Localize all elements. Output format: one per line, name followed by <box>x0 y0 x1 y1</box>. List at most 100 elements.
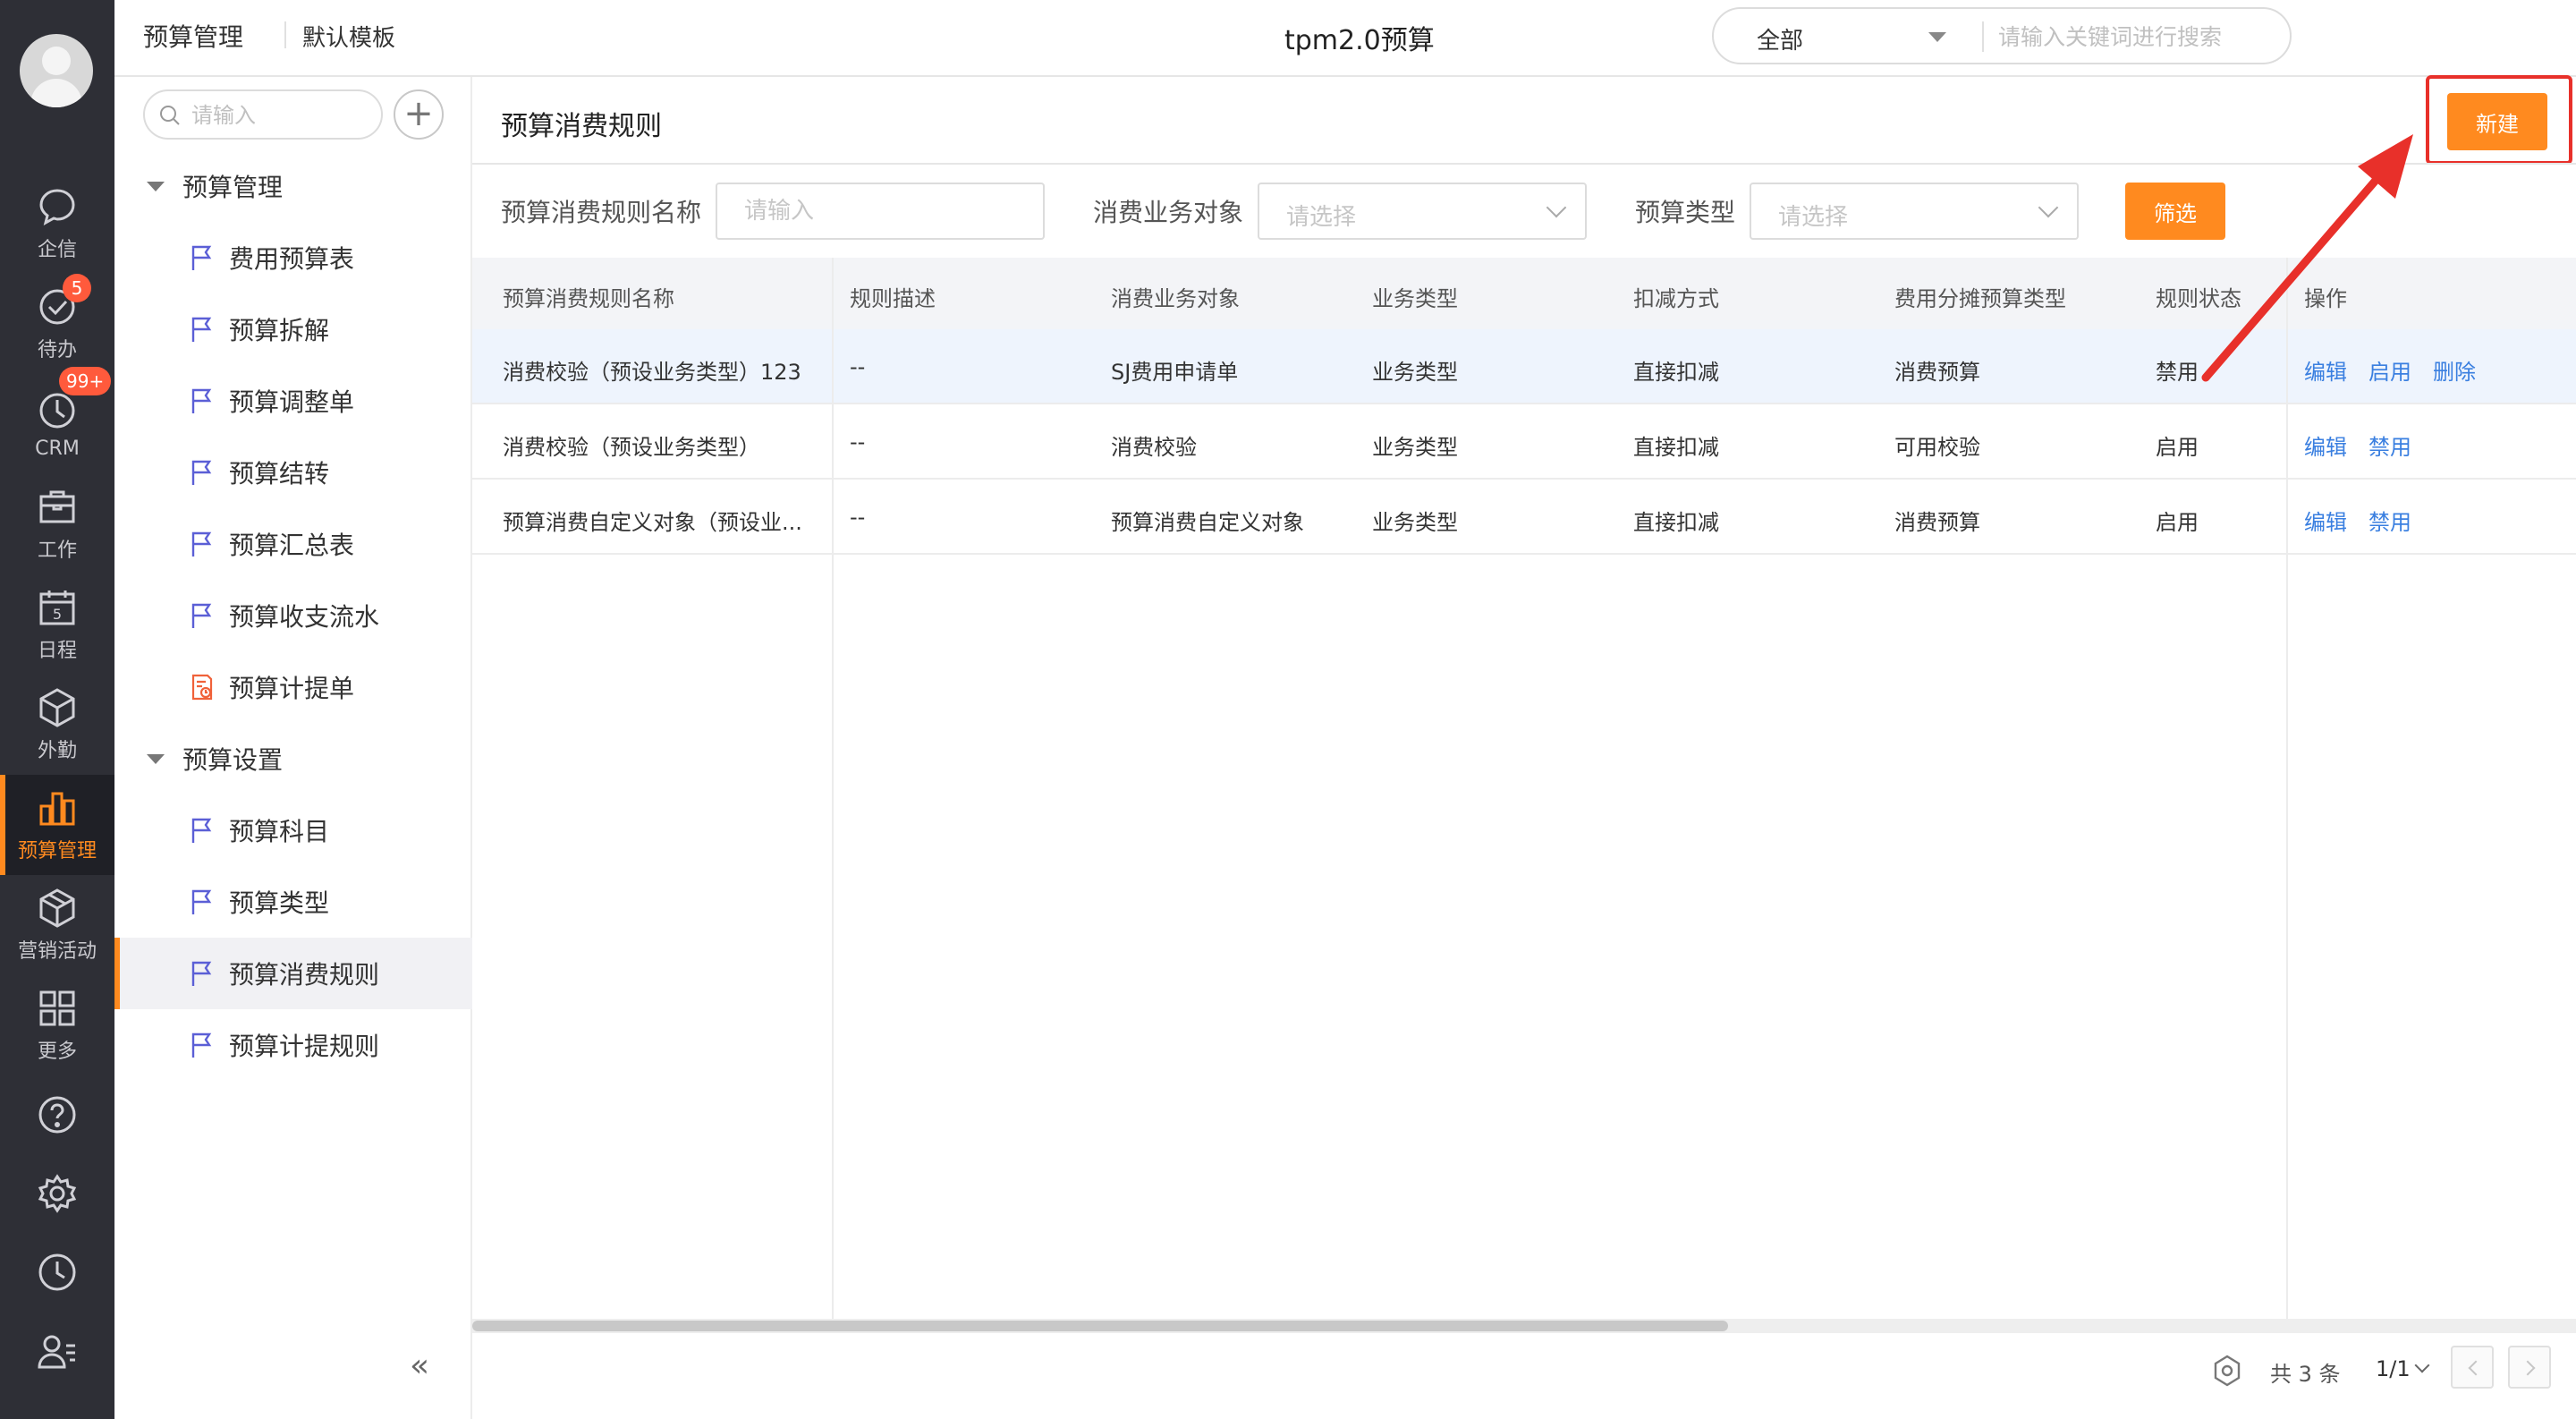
flag-icon <box>191 1032 212 1058</box>
chevron-down-icon <box>2038 197 2059 218</box>
edit-link[interactable]: 编辑 <box>2304 505 2347 536</box>
column-header[interactable]: 业务类型 <box>1372 281 1458 312</box>
table-cell: 业务类型 <box>1372 360 1458 385</box>
search-divider <box>1982 21 1984 52</box>
column-header[interactable]: 规则描述 <box>850 281 936 312</box>
filter-object-select[interactable]: 请选择 <box>1258 183 1587 240</box>
new-button[interactable]: 新建 <box>2447 93 2547 150</box>
app-name: 预算管理 <box>143 22 244 52</box>
group-budget-settings[interactable]: 预算设置 <box>114 723 472 794</box>
column-header[interactable]: 规则状态 <box>2156 281 2241 312</box>
disable-link[interactable]: 禁用 <box>2368 505 2411 536</box>
briefcase-icon <box>39 490 75 523</box>
flag-icon <box>191 961 212 986</box>
sidebar-item-label: 预算计提规则 <box>229 1032 380 1061</box>
filter-name-input[interactable] <box>716 183 1045 240</box>
sidebar-item-label: 预算消费规则 <box>229 960 380 990</box>
help-icon[interactable] <box>36 1093 79 1136</box>
table-cell: 消费预算 <box>1894 510 1980 535</box>
sidebar-item-budget-adjust[interactable]: 预算调整单 <box>114 365 472 437</box>
sidebar-item-budget-type[interactable]: 预算类型 <box>114 866 472 938</box>
add-button[interactable]: + <box>394 89 444 140</box>
next-page-button[interactable] <box>2508 1346 2551 1389</box>
column-header[interactable]: 消费业务对象 <box>1111 281 1240 312</box>
sidebar-item-consumption-rules[interactable]: 预算消费规则 <box>114 938 472 1009</box>
table-cell: 预算消费自定义对象（预设业... <box>503 510 802 535</box>
sidebar-item-budget-summary[interactable]: 预算汇总表 <box>114 508 472 580</box>
history-icon[interactable] <box>36 1251 79 1294</box>
table-cell: -- <box>850 505 866 530</box>
rail-item-more[interactable]: 更多 <box>0 975 114 1075</box>
table-row[interactable]: 预算消费自定义对象（预设业... -- 预算消费自定义对象 业务类型 直接扣减 … <box>472 480 2576 555</box>
column-header[interactable]: 预算消费规则名称 <box>503 281 674 312</box>
rail-label: CRM <box>35 437 80 460</box>
caret-down-icon[interactable] <box>1928 32 1946 42</box>
table-settings-icon[interactable] <box>2209 1353 2245 1389</box>
enable-link[interactable]: 启用 <box>2368 354 2411 386</box>
table-cell: SJ费用申请单 <box>1111 360 1239 385</box>
sidebar-item-budget-subject[interactable]: 预算科目 <box>114 794 472 866</box>
rail-item-work[interactable]: 工作 <box>0 474 114 574</box>
frozen-column-divider <box>832 258 834 1319</box>
rail-item-field[interactable]: 外勤 <box>0 675 114 775</box>
page-title-top: tpm2.0预算 <box>1284 25 1435 56</box>
sidebar-item-budget-carryover[interactable]: 预算结转 <box>114 437 472 508</box>
edit-link[interactable]: 编辑 <box>2304 429 2347 461</box>
title-divider <box>472 163 2576 165</box>
sidebar-item-accrual-rules[interactable]: 预算计提规则 <box>114 1009 472 1081</box>
rail-label: 工作 <box>37 540 77 562</box>
table-cell: 预算消费自定义对象 <box>1111 510 1304 535</box>
sidebar-item-budget-flow[interactable]: 预算收支流水 <box>114 580 472 651</box>
table-cell: 消费预算 <box>1894 360 1980 385</box>
column-header[interactable]: 费用分摊预算类型 <box>1894 281 2066 312</box>
pagination-page-select[interactable]: 1/1 <box>2376 1356 2411 1381</box>
chevron-down-icon <box>1546 197 1567 218</box>
table-cell: 启用 <box>2156 435 2199 460</box>
template-selector[interactable]: 默认模板 <box>302 20 395 53</box>
settings-icon[interactable] <box>36 1172 79 1215</box>
chevron-down-icon[interactable] <box>2414 1357 2430 1373</box>
edit-link[interactable]: 编辑 <box>2304 354 2347 386</box>
table-cell: 业务类型 <box>1372 435 1458 460</box>
rail-item-todo[interactable]: 待办 5 <box>0 274 114 374</box>
search-input[interactable] <box>1998 20 2267 54</box>
column-header: 操作 <box>2304 286 2347 311</box>
filter-type-select[interactable]: 请选择 <box>1750 183 2079 240</box>
rail-item-marketing[interactable]: 营销活动 <box>0 875 114 975</box>
flag-icon <box>191 388 212 413</box>
filter-button[interactable]: 筛选 <box>2125 183 2225 240</box>
avatar-head <box>42 47 71 75</box>
avatar-body <box>30 79 82 107</box>
prev-page-button[interactable] <box>2451 1346 2494 1389</box>
table-cell: 消费校验 <box>1111 435 1197 460</box>
rail-item-budget[interactable]: 预算管理 <box>0 775 114 875</box>
table-row[interactable]: 消费校验（预设业务类型）123 -- SJ费用申请单 业务类型 直接扣减 消费预… <box>472 329 2576 404</box>
flag-icon <box>191 317 212 342</box>
horizontal-scrollbar[interactable] <box>472 1319 2576 1333</box>
flag-icon <box>191 818 212 843</box>
scrollbar-thumb[interactable] <box>472 1321 1728 1331</box>
rail-item-qixin[interactable]: 企信 <box>0 174 114 274</box>
group-budget-management[interactable]: 预算管理 <box>114 150 472 222</box>
disable-link[interactable]: 禁用 <box>2368 429 2411 461</box>
rail-item-schedule[interactable]: 5 日程 <box>0 574 114 675</box>
contacts-icon[interactable] <box>36 1330 79 1372</box>
table-cell: -- <box>850 429 866 455</box>
sidebar-item-budget-split[interactable]: 预算拆解 <box>114 293 472 365</box>
rail-item-crm[interactable]: CRM 99+ <box>0 367 114 474</box>
sidebar-item-expense-budget[interactable]: 费用预算表 <box>114 222 472 293</box>
avatar[interactable] <box>20 34 93 107</box>
sidebar-item-budget-accrual[interactable]: 预算计提单 <box>114 651 472 723</box>
chat-bubble-icon <box>39 189 75 225</box>
column-header[interactable]: 扣减方式 <box>1633 281 1719 312</box>
page-title: 预算消费规则 <box>501 111 662 142</box>
table-row[interactable]: 消费校验（预设业务类型） -- 消费校验 业务类型 直接扣减 可用校验 启用 编… <box>472 404 2576 480</box>
flag-icon <box>191 603 212 628</box>
cube-icon <box>39 688 75 727</box>
sidebar-item-label: 费用预算表 <box>229 244 355 274</box>
collapse-sidebar-button[interactable]: « <box>410 1347 429 1384</box>
delete-link[interactable]: 删除 <box>2433 354 2476 386</box>
grid-icon <box>39 990 75 1026</box>
sidebar-search-input[interactable] <box>191 100 370 131</box>
search-scope-select[interactable]: 全部 <box>1757 22 1803 55</box>
